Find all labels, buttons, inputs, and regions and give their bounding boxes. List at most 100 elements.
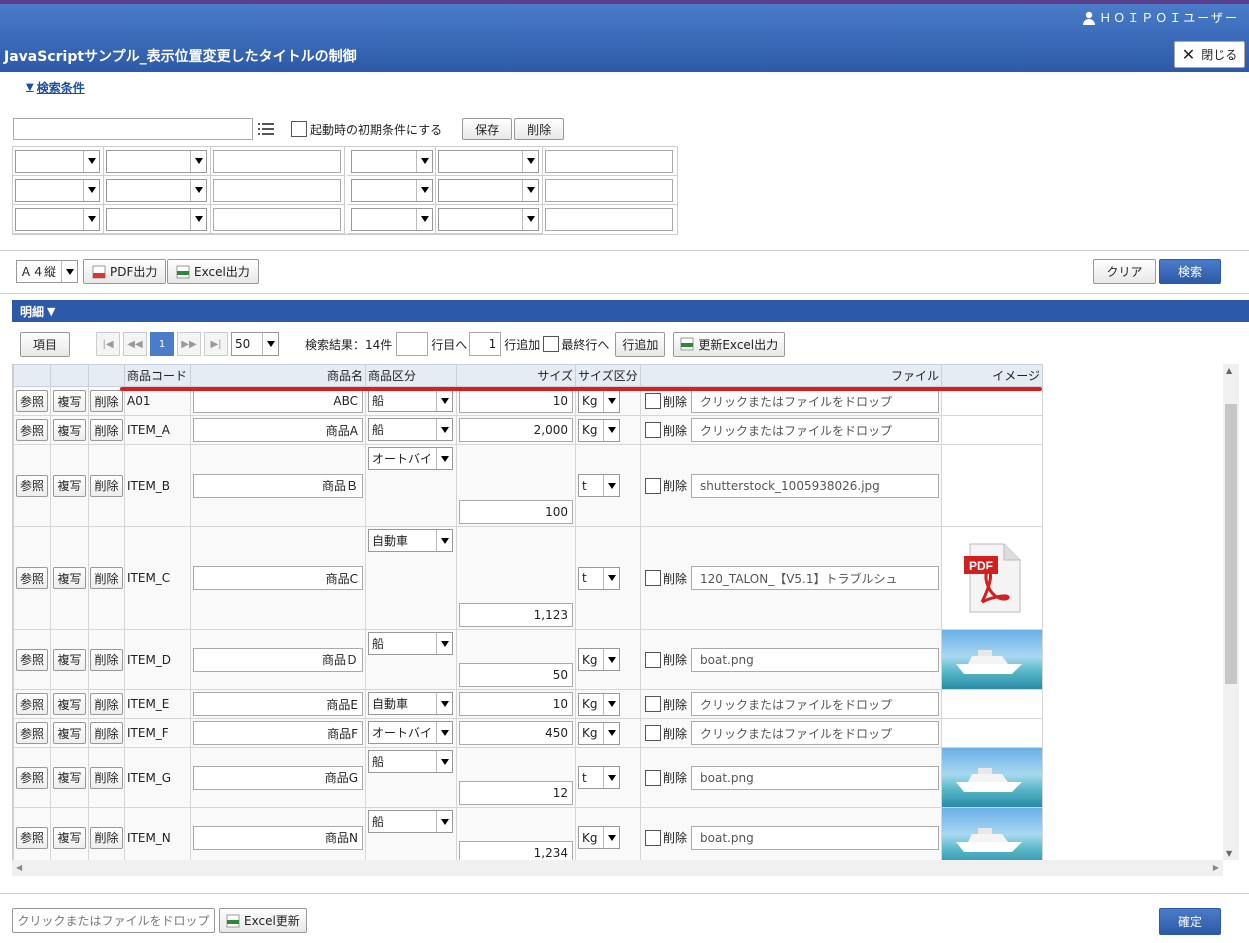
search-toggle[interactable]: ▼ 検索条件 [26, 79, 85, 96]
add-row-button[interactable]: 行追加 [615, 331, 666, 357]
scroll-left-icon[interactable]: ◀ [16, 863, 22, 872]
excel-export-button[interactable]: Excel出力 [167, 259, 259, 284]
copy-button[interactable]: 複写 [53, 826, 86, 849]
file-delete-checkbox[interactable] [645, 829, 661, 846]
horizontal-scrollbar[interactable]: ◀ ▶ [12, 860, 1223, 876]
update-excel-export-button[interactable]: 更新Excel出力 [673, 331, 786, 357]
detail-section-toggle[interactable]: 明細 ▼ [12, 300, 1249, 322]
reference-button[interactable]: 参照 [15, 826, 48, 849]
excel-update-button[interactable]: Excel更新 [219, 908, 307, 933]
reference-button[interactable]: 参照 [15, 722, 48, 744]
next-page-icon[interactable]: ▶▶ [177, 332, 201, 356]
cond-value-input[interactable] [545, 149, 673, 173]
cond-operator-select[interactable] [106, 178, 207, 202]
condition-name-input[interactable] [13, 118, 253, 140]
scroll-down-icon[interactable]: ▼ [1226, 849, 1232, 858]
file-delete-checkbox[interactable] [645, 725, 661, 741]
reference-button[interactable]: 参照 [15, 567, 48, 589]
reference-button[interactable]: 参照 [15, 648, 48, 671]
cond-field-select[interactable] [351, 178, 433, 202]
file-drop-input[interactable]: クリックまたはファイルをドロップ [691, 721, 939, 745]
size-unit-select[interactable]: t [578, 766, 620, 789]
file-delete-checkbox[interactable] [645, 651, 661, 668]
copy-button[interactable]: 複写 [53, 390, 86, 412]
grid-header-size[interactable]: サイズ [456, 364, 576, 387]
size-input[interactable]: 10 [459, 389, 573, 413]
file-drop-input[interactable]: クリックまたはファイルをドロップ [691, 692, 939, 716]
paper-size-select[interactable]: Ａ４縦 [16, 260, 78, 283]
size-input[interactable]: 450 [459, 721, 573, 745]
save-button[interactable]: 保存 [462, 118, 513, 140]
delete-row-button[interactable]: 削除 [90, 826, 123, 849]
delete-row-button[interactable]: 削除 [90, 648, 123, 671]
scroll-right-icon[interactable]: ▶ [1213, 863, 1219, 872]
cond-operator-select[interactable] [438, 178, 539, 202]
close-button[interactable]: ✕ 閉じる [1174, 41, 1245, 68]
grid-header-name[interactable]: 商品名 [190, 364, 366, 387]
size-unit-select[interactable]: Kg [578, 826, 620, 849]
item-name-input[interactable]: 商品Ｄ [193, 647, 363, 672]
goto-row-input[interactable] [396, 332, 429, 356]
cond-operator-select[interactable] [106, 149, 207, 173]
page-size-select[interactable]: 50 [231, 332, 279, 356]
scroll-up-icon[interactable]: ▲ [1226, 366, 1232, 375]
cond-value-input[interactable] [213, 178, 341, 202]
size-input[interactable]: 1,123 [459, 603, 573, 627]
category-select[interactable]: 船 [368, 750, 453, 773]
file-drop-input[interactable]: boat.png [691, 765, 939, 790]
item-name-input[interactable]: 商品N [193, 825, 363, 850]
category-select[interactable]: 船 [368, 632, 453, 655]
file-delete-checkbox[interactable] [645, 477, 661, 494]
reference-button[interactable]: 参照 [15, 693, 48, 715]
copy-button[interactable]: 複写 [53, 419, 86, 441]
delete-condition-button[interactable]: 削除 [514, 118, 565, 140]
prev-page-icon[interactable]: ◀◀ [123, 332, 147, 356]
grid-header-category[interactable]: 商品区分 [365, 364, 457, 387]
pdf-export-button[interactable]: PDF出力 [83, 259, 167, 284]
size-input[interactable]: 12 [459, 781, 573, 805]
user-menu[interactable]: ＨＯＩＰＯＩユーザー [1082, 9, 1239, 26]
cond-field-select[interactable] [15, 207, 100, 231]
vertical-scrollbar[interactable]: ▲ ▼ [1223, 364, 1239, 860]
search-button[interactable]: 検索 [1159, 259, 1221, 284]
file-drop-input[interactable]: boat.png [691, 825, 939, 850]
cond-value-input[interactable] [213, 207, 341, 231]
file-drop-input[interactable]: 120_TALON_【V5.1】トラブルシュ [691, 566, 939, 590]
size-input[interactable]: 100 [459, 500, 573, 524]
cond-field-select[interactable] [15, 149, 100, 173]
item-name-input[interactable]: 商品G [193, 765, 363, 790]
size-unit-select[interactable]: t [578, 566, 620, 590]
category-select[interactable]: 自動車 [368, 529, 453, 552]
cond-value-input[interactable] [545, 178, 673, 202]
delete-row-button[interactable]: 削除 [90, 766, 123, 789]
category-select[interactable]: オートバイ [368, 447, 453, 470]
size-unit-select[interactable]: Kg [578, 648, 620, 671]
item-name-input[interactable]: 商品C [193, 566, 363, 590]
cond-operator-select[interactable] [438, 207, 539, 231]
file-drop-input[interactable]: クリックまたはファイルをドロップ [691, 389, 939, 413]
delete-row-button[interactable]: 削除 [90, 419, 123, 441]
cond-field-select[interactable] [351, 207, 433, 231]
size-input[interactable]: 10 [459, 692, 573, 716]
size-input[interactable]: 2,000 [459, 418, 573, 442]
item-name-input[interactable]: ABC [193, 389, 363, 413]
copy-button[interactable]: 複写 [53, 474, 86, 497]
size-unit-select[interactable]: Kg [578, 692, 620, 716]
size-unit-select[interactable]: Kg [578, 389, 620, 413]
copy-button[interactable]: 複写 [53, 693, 86, 715]
cond-operator-select[interactable] [438, 149, 539, 173]
column-settings-button[interactable]: 項目 [20, 331, 70, 357]
copy-button[interactable]: 複写 [53, 722, 86, 744]
category-select[interactable]: 船 [368, 418, 453, 441]
file-delete-checkbox[interactable] [645, 422, 661, 438]
list-icon[interactable] [255, 118, 277, 140]
file-delete-checkbox[interactable] [645, 696, 661, 712]
file-drop-zone[interactable]: クリックまたはファイルをドロップ [12, 908, 215, 933]
reference-button[interactable]: 参照 [15, 766, 48, 789]
copy-button[interactable]: 複写 [53, 766, 86, 789]
file-drop-input[interactable]: クリックまたはファイルをドロップ [691, 418, 939, 442]
first-page-icon[interactable]: |◀ [96, 332, 120, 356]
item-name-input[interactable]: 商品Ｂ [193, 473, 363, 498]
current-page[interactable]: 1 [150, 332, 174, 356]
cond-operator-select[interactable] [106, 207, 207, 231]
